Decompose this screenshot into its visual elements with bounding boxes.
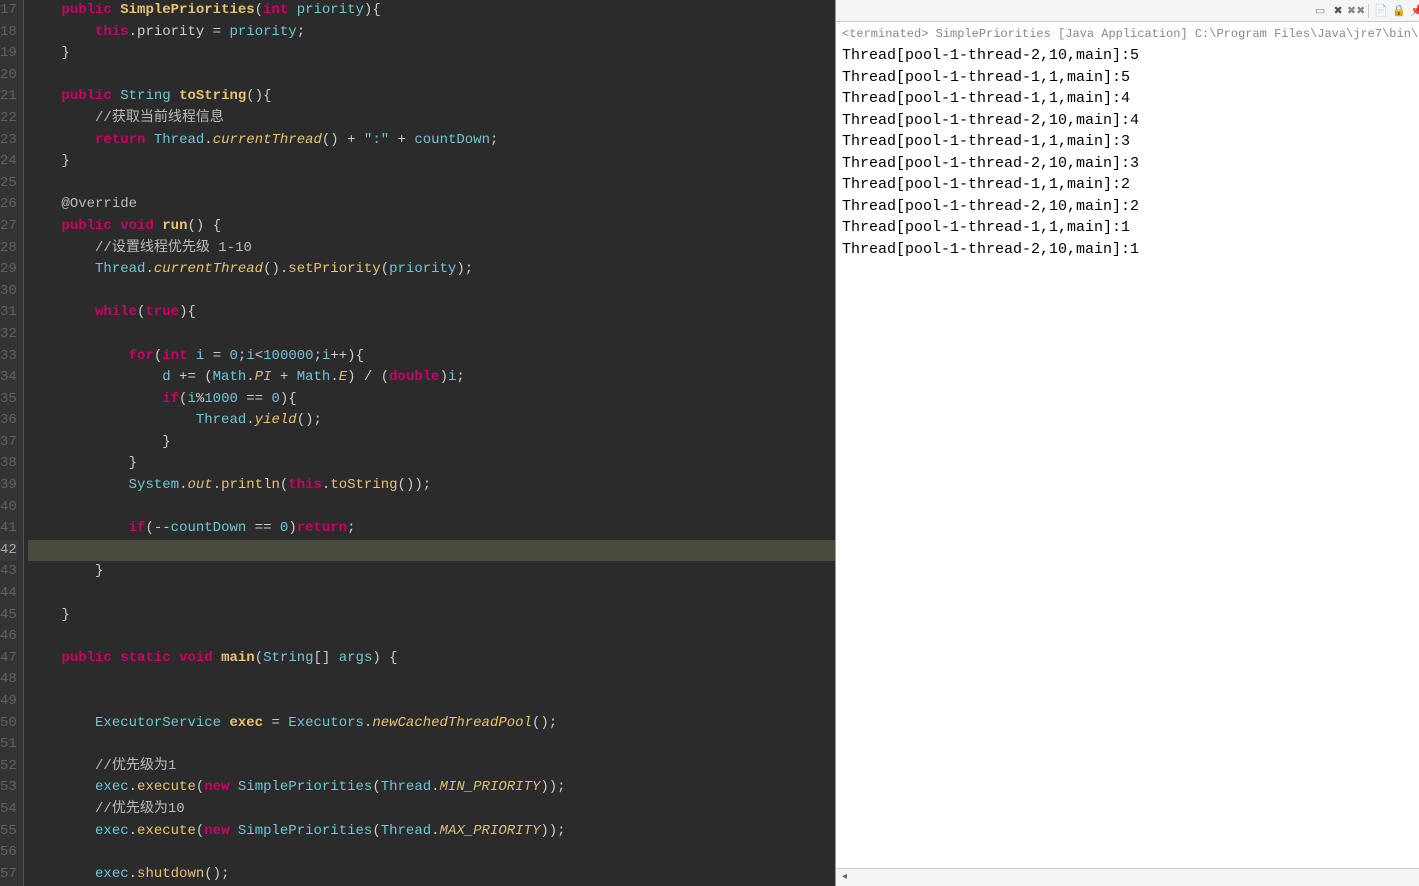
line-number: 42 (0, 540, 17, 562)
console-output-line: Thread[pool-1-thread-1,1,main]:2 (842, 174, 1419, 196)
line-number: 17 (0, 0, 17, 22)
remove-all-icon[interactable]: ✖ (1330, 3, 1346, 19)
line-number: 31 (0, 302, 17, 324)
console-toolbar: ▭✖✖✖📄🔒📌▣▣▤▭▾▭ (836, 0, 1419, 22)
line-number: 52 (0, 756, 17, 778)
line-number: 25 (0, 173, 17, 195)
line-number: 41 (0, 518, 17, 540)
line-number: 46 (0, 626, 17, 648)
line-number: 39 (0, 475, 17, 497)
line-number: 36 (0, 410, 17, 432)
console-status: <terminated> SimplePriorities [Java Appl… (836, 22, 1419, 43)
line-number: 38 (0, 453, 17, 475)
code-editor[interactable]: 1718192021222324252627282930313233343536… (0, 0, 835, 886)
line-number: 55 (0, 821, 17, 843)
toolbar-separator (1368, 4, 1369, 18)
line-number: 22 (0, 108, 17, 130)
line-number: 21 (0, 86, 17, 108)
console-output-line: Thread[pool-1-thread-2,10,main]:4 (842, 110, 1419, 132)
line-number: 24 (0, 151, 17, 173)
line-number: 47 (0, 648, 17, 670)
console-scrollbar[interactable]: ◂ (836, 868, 1419, 886)
console-output-line: Thread[pool-1-thread-1,1,main]:3 (842, 131, 1419, 153)
pin-console-icon[interactable]: 📌 (1409, 3, 1419, 19)
scroll-left-icon[interactable]: ◂ (842, 871, 847, 883)
line-number: 20 (0, 65, 17, 87)
line-number: 27 (0, 216, 17, 238)
line-number: 26 (0, 194, 17, 216)
line-number: 19 (0, 43, 17, 65)
console-output-line: Thread[pool-1-thread-2,10,main]:1 (842, 239, 1419, 261)
scroll-lock-icon[interactable]: 🔒 (1391, 3, 1407, 19)
remove-launch-icon[interactable]: ▭ (1312, 3, 1328, 19)
line-number: 35 (0, 389, 17, 411)
line-number: 32 (0, 324, 17, 346)
console-output[interactable]: Thread[pool-1-thread-2,10,main]:5Thread[… (836, 43, 1419, 868)
line-number-gutter: 1718192021222324252627282930313233343536… (0, 0, 24, 886)
line-number: 29 (0, 259, 17, 281)
line-number: 34 (0, 367, 17, 389)
line-number: 54 (0, 799, 17, 821)
line-number: 48 (0, 669, 17, 691)
clear-console-icon[interactable]: 📄 (1373, 3, 1389, 19)
line-number: 30 (0, 281, 17, 303)
line-number: 57 (0, 864, 17, 886)
console-output-line: Thread[pool-1-thread-1,1,main]:4 (842, 88, 1419, 110)
line-number: 37 (0, 432, 17, 454)
line-number: 43 (0, 561, 17, 583)
terminate-all-icon[interactable]: ✖✖ (1348, 3, 1364, 19)
line-number: 18 (0, 22, 17, 44)
console-output-line: Thread[pool-1-thread-2,10,main]:2 (842, 196, 1419, 218)
line-number: 44 (0, 583, 17, 605)
line-number: 28 (0, 238, 17, 260)
console-output-line: Thread[pool-1-thread-1,1,main]:1 (842, 217, 1419, 239)
line-number: 51 (0, 734, 17, 756)
line-number: 45 (0, 605, 17, 627)
console-output-line: Thread[pool-1-thread-2,10,main]:5 (842, 45, 1419, 67)
console-output-line: Thread[pool-1-thread-1,1,main]:5 (842, 67, 1419, 89)
line-number: 23 (0, 130, 17, 152)
console-panel: ▭✖✖✖📄🔒📌▣▣▤▭▾▭ <terminated> SimplePriorit… (835, 0, 1419, 886)
line-number: 56 (0, 842, 17, 864)
console-output-line: Thread[pool-1-thread-2,10,main]:3 (842, 153, 1419, 175)
line-number: 40 (0, 497, 17, 519)
line-number: 49 (0, 691, 17, 713)
line-number: 33 (0, 346, 17, 368)
line-number: 53 (0, 777, 17, 799)
line-number: 50 (0, 713, 17, 735)
